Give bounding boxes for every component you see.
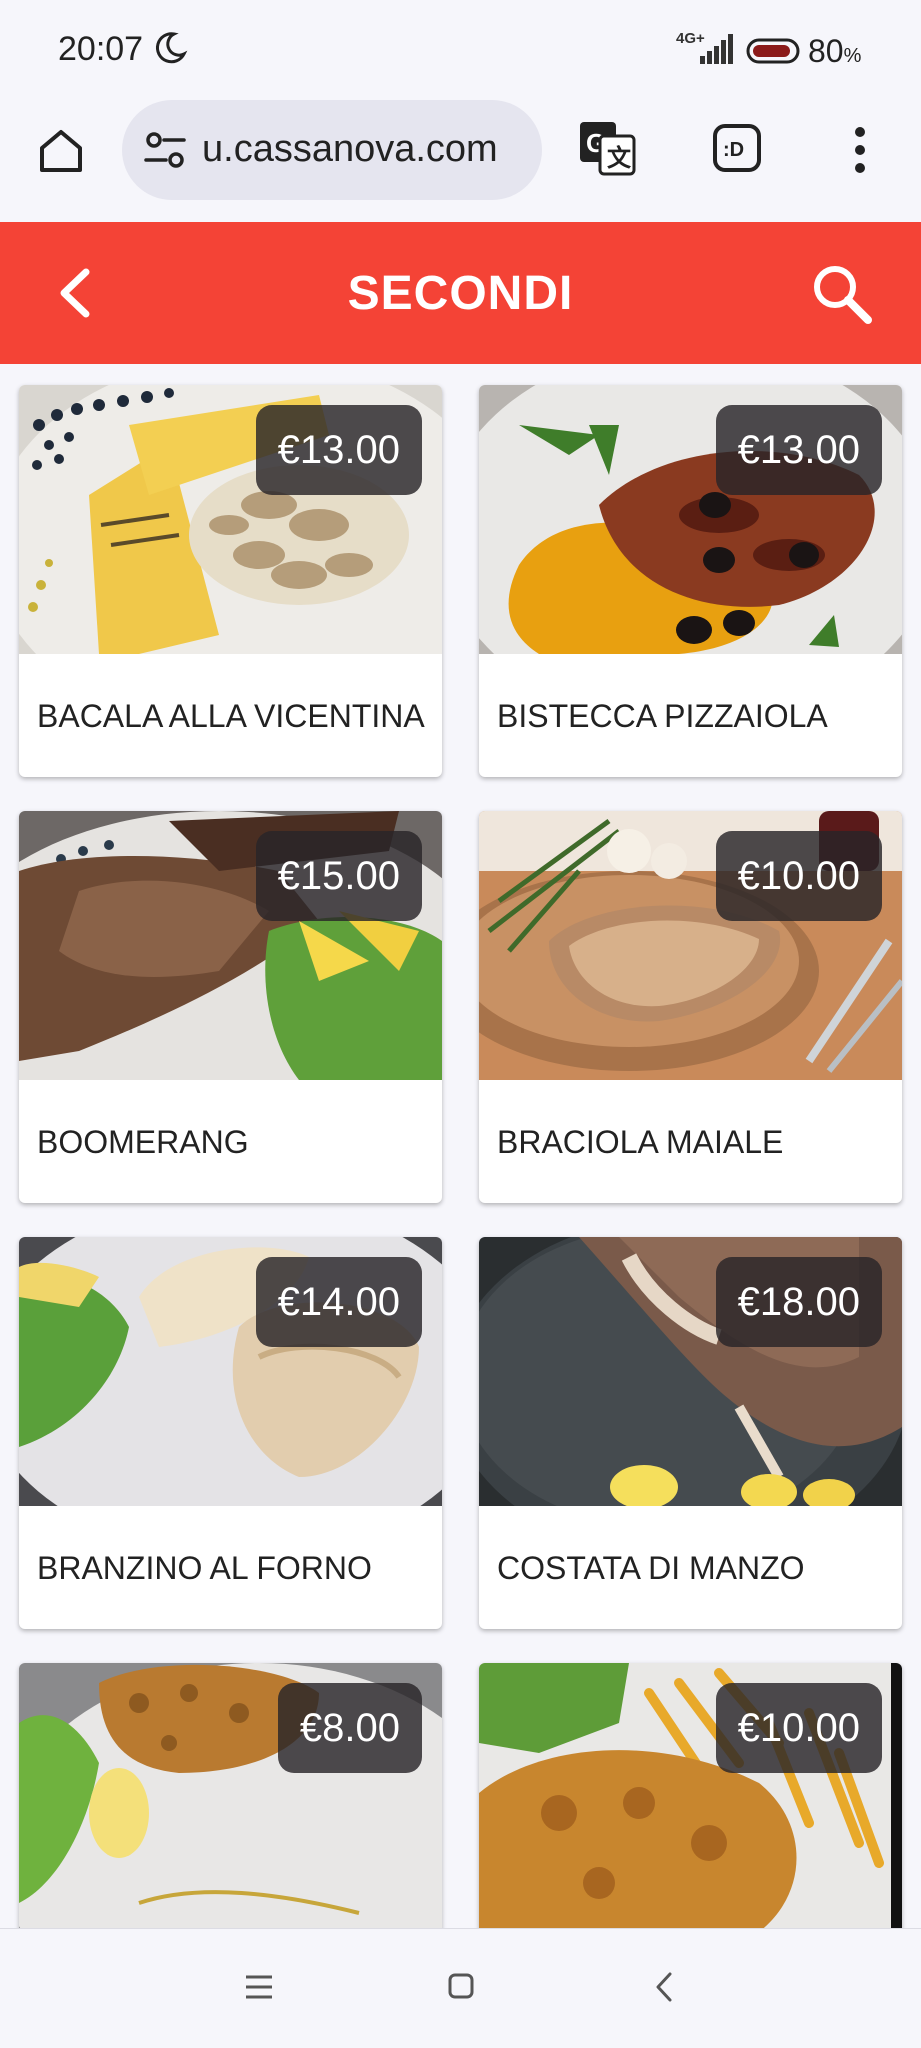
dish-name: BRANZINO AL FORNO	[37, 1549, 372, 1586]
price-badge: €13.00	[715, 405, 882, 495]
menu-item-card[interactable]: €13.00 BACALA ALLA VICENTINA	[19, 385, 442, 777]
price-badge: €13.00	[255, 405, 422, 495]
price-badge: €8.00	[277, 1683, 422, 1773]
dish-name: BACALA ALLA VICENTINA	[37, 697, 425, 734]
app-header: SECONDI	[0, 222, 921, 364]
svg-text:文: 文	[607, 144, 632, 172]
dish-photo: €14.00	[19, 1237, 442, 1506]
price-badge: €18.00	[715, 1257, 882, 1347]
dish-photo: €15.00	[19, 811, 442, 1080]
menu-item-card[interactable]: €10.00	[479, 1663, 902, 1928]
site-settings-icon[interactable]	[144, 130, 186, 170]
url-text: u.cassanova.com	[202, 128, 498, 170]
home-square-icon[interactable]	[448, 1973, 474, 1999]
price-badge: €15.00	[255, 831, 422, 921]
menu-item-card[interactable]: €15.00 BOOMERANG	[19, 811, 442, 1203]
menu-item-card[interactable]: €18.00 COSTATA DI MANZO	[479, 1237, 902, 1629]
svg-text::D: :D	[723, 139, 744, 161]
translate-icon[interactable]: G 文	[578, 118, 638, 178]
dish-photo: €18.00	[479, 1237, 902, 1506]
battery-icon	[746, 38, 800, 64]
more-vert-icon[interactable]	[846, 124, 874, 176]
search-icon[interactable]	[810, 262, 874, 326]
dish-name: BISTECCA PIZZAIOLA	[497, 697, 828, 734]
price-badge: €14.00	[255, 1257, 422, 1347]
battery-level: 80%	[808, 33, 862, 69]
signal-icon	[700, 34, 733, 64]
dish-photo: €8.00	[19, 1663, 442, 1928]
menu-item-card[interactable]: €14.00 BRANZINO AL FORNO	[19, 1237, 442, 1629]
extension-icon[interactable]: :D	[712, 123, 762, 173]
dish-name: BRACIOLA MAIALE	[497, 1123, 784, 1160]
recents-icon[interactable]	[244, 1973, 274, 2001]
price-badge: €10.00	[715, 831, 882, 921]
dish-photo: €10.00	[479, 1663, 902, 1928]
dish-photo: €10.00	[479, 811, 902, 1080]
status-bar: 20:07 4G+ 80%	[0, 0, 921, 100]
status-time: 20:07	[58, 30, 144, 68]
moon-icon	[155, 32, 188, 64]
page-title: SECONDI	[347, 267, 574, 320]
menu-item-card[interactable]: €13.00 BISTECCA PIZZAIOLA	[479, 385, 902, 777]
dish-name: BOOMERANG	[37, 1123, 249, 1160]
menu-grid: €13.00 BACALA ALLA VICENTINA €13.00 BIST…	[0, 364, 921, 1928]
browser-toolbar: u.cassanova.com G 文 :D	[0, 100, 921, 222]
menu-item-card[interactable]: €8.00	[19, 1663, 442, 1928]
home-icon[interactable]	[36, 126, 86, 176]
menu-item-card[interactable]: €10.00 BRACIOLA MAIALE	[479, 811, 902, 1203]
system-nav-bar	[0, 1928, 921, 2048]
address-bar[interactable]: u.cassanova.com	[122, 100, 542, 200]
dish-photo: €13.00	[19, 385, 442, 654]
price-badge: €10.00	[715, 1683, 882, 1773]
dish-name: COSTATA DI MANZO	[497, 1549, 805, 1586]
dish-photo: €13.00	[479, 385, 902, 654]
back-chevron-icon[interactable]	[654, 1971, 674, 2003]
